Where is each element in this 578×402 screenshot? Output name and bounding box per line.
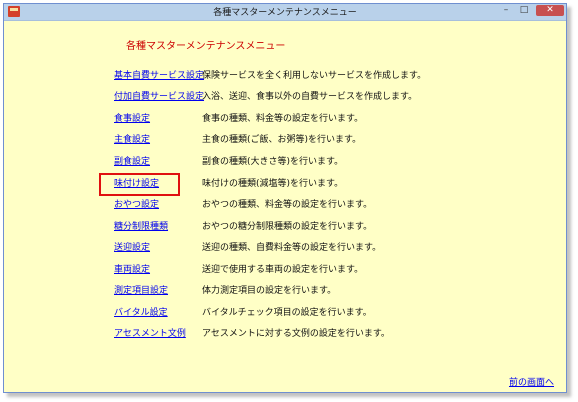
menu-link-sugar-restriction-types[interactable]: 糖分制限種類 (114, 220, 168, 234)
menu-description: 送迎で使用する車両の設定を行います。 (202, 265, 364, 275)
menu-description: アセスメントに対する文例の設定を行います。 (202, 329, 390, 339)
selection-highlight-box (99, 173, 180, 196)
menu-link-staple-food-settings[interactable]: 主食設定 (114, 133, 150, 147)
menu-link-transport-settings[interactable]: 送迎設定 (114, 241, 150, 255)
title-bar: 各種マスターメンテナンスメニュー – □ ✕ (4, 4, 566, 21)
menu-description: 体力測定項目の設定を行います。 (202, 286, 337, 296)
back-link[interactable]: 前の画面へ (509, 375, 554, 388)
menu-description: 保険サービスを全く利用しないサービスを作成します。 (202, 71, 427, 81)
menu-description: 味付けの種類(減塩等)を行います。 (202, 179, 344, 189)
menu-link-vehicle-settings[interactable]: 車両設定 (114, 263, 150, 277)
menu-description: バイタルチェック項目の設定を行います。 (202, 308, 372, 318)
menu-link-meal-settings[interactable]: 食事設定 (114, 112, 150, 126)
menu-description: 送迎の種類、自費料金等の設定を行います。 (202, 243, 382, 253)
menu-link-side-dish-settings[interactable]: 副食設定 (114, 155, 150, 169)
menu-link-vital-settings[interactable]: バイタル設定 (114, 306, 168, 320)
menu-description: 主食の種類(ご飯、お粥等)を行います。 (202, 135, 362, 145)
menu-link-assessment-examples[interactable]: アセスメント文例 (114, 327, 186, 341)
close-button[interactable]: ✕ (536, 5, 564, 16)
menu-description: おやつの糖分制限種類の設定を行います。 (202, 222, 373, 232)
menu-description: 副食の種類(大きさ等)を行います。 (202, 157, 344, 167)
minimize-button[interactable]: – (498, 5, 514, 16)
menu-description: 食事の種類、料金等の設定を行います。 (202, 114, 364, 124)
maximize-button[interactable]: □ (516, 5, 532, 16)
menu-description: 入浴、送迎、食事以外の自費サービスを作成します。 (202, 92, 418, 102)
window-title: 各種マスターメンテナンスメニュー (213, 8, 357, 18)
menu-description: おやつの種類、料金等の設定を行います。 (202, 200, 373, 210)
menu-link-snack-settings[interactable]: おやつ設定 (114, 198, 159, 212)
menu-link-measurement-item-settings[interactable]: 測定項目設定 (114, 284, 168, 298)
main-window: 各種マスターメンテナンスメニュー – □ ✕ 各種マスターメンテナンスメニュー … (3, 3, 567, 393)
menu-link-additional-self-pay-service[interactable]: 付加自費サービス設定 (114, 90, 204, 104)
page-title: 各種マスターメンテナンスメニュー (126, 41, 286, 52)
menu-link-basic-self-pay-service[interactable]: 基本自費サービス設定 (114, 69, 204, 83)
